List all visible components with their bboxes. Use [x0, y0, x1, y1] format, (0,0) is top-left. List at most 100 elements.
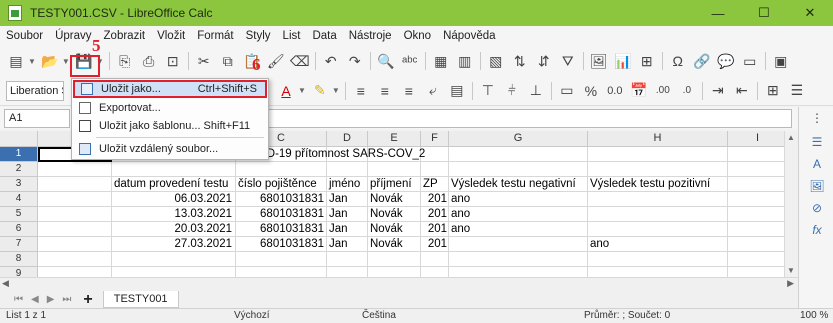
column-header-e[interactable]: E: [368, 131, 421, 147]
properties-icon[interactable]: ☰: [809, 135, 825, 151]
cell-zp[interactable]: 201: [421, 192, 449, 207]
column-header-g[interactable]: G: [449, 131, 588, 147]
export-menu-item[interactable]: Exportovat...: [73, 99, 267, 117]
date-format-icon[interactable]: 📅: [629, 81, 649, 101]
cell-name[interactable]: Jan: [327, 237, 350, 252]
increase-indent-icon[interactable]: ⇥: [708, 81, 728, 101]
gallery-icon[interactable]: 🖼: [809, 179, 825, 195]
font-name-box[interactable]: Liberation Sa: [6, 80, 64, 101]
align-right-icon[interactable]: ≡: [399, 81, 419, 101]
chevron-down-icon[interactable]: ▼: [62, 57, 70, 66]
cell-name[interactable]: Jan: [327, 192, 350, 207]
menu-vlozit[interactable]: Vložit: [151, 30, 191, 42]
freeze-icon[interactable]: ▧: [486, 51, 506, 71]
add-sheet-icon[interactable]: +: [83, 291, 92, 309]
cell-number[interactable]: 6801031831: [236, 237, 326, 252]
find-replace-icon[interactable]: 🔍: [376, 51, 396, 71]
highlight-color-icon[interactable]: ✎: [310, 81, 330, 101]
cell-name[interactable]: Jan: [327, 207, 350, 222]
cell-number[interactable]: 6801031831: [236, 207, 326, 222]
align-center-icon[interactable]: ≡: [375, 81, 395, 101]
cell-negative[interactable]: ano: [449, 207, 472, 222]
save-as-template-menu-item[interactable]: Uložit jako šablonu... Shift+F11: [73, 117, 267, 135]
menu-format[interactable]: Formát: [191, 30, 239, 42]
row-header-3[interactable]: 3: [0, 177, 38, 192]
header-datum[interactable]: datum provedení testu: [112, 177, 230, 192]
column-header-d[interactable]: D: [327, 131, 368, 147]
cell-zp[interactable]: 201: [421, 222, 449, 237]
navigator-icon[interactable]: ⊘: [809, 201, 825, 217]
clear-formatting-icon[interactable]: ⌫: [290, 51, 310, 71]
decrease-indent-icon[interactable]: ⇤: [732, 81, 752, 101]
row-icon[interactable]: ▦: [431, 51, 451, 71]
cell-surname[interactable]: Novák: [368, 237, 405, 252]
scroll-left-icon[interactable]: ◀: [2, 278, 9, 289]
menu-okno[interactable]: Okno: [398, 30, 438, 42]
chevron-down-icon[interactable]: ▼: [332, 86, 340, 95]
styles-icon[interactable]: A: [809, 157, 825, 173]
sort-ascending-icon[interactable]: ⇅: [510, 51, 530, 71]
wrap-text-icon[interactable]: ⤶: [423, 81, 443, 101]
row-header-8[interactable]: 8: [0, 252, 38, 267]
column-icon[interactable]: ▥: [455, 51, 475, 71]
header-zp[interactable]: ZP: [421, 177, 440, 192]
percent-format-icon[interactable]: %: [581, 81, 601, 101]
prev-sheet-icon[interactable]: ◀: [31, 294, 39, 305]
column-header-h[interactable]: H: [588, 131, 728, 147]
header-jmeno[interactable]: jméno: [327, 177, 362, 192]
row-header-6[interactable]: 6: [0, 222, 38, 237]
cell-number[interactable]: 6801031831: [236, 192, 326, 207]
row-header-5[interactable]: 5: [0, 207, 38, 222]
row-header-7[interactable]: 7: [0, 237, 38, 252]
cell-name[interactable]: Jan: [327, 222, 350, 237]
header-footer-icon[interactable]: ▭: [740, 51, 760, 71]
menu-zobrazit[interactable]: Zobrazit: [98, 30, 152, 42]
open-folder-icon[interactable]: 📂: [40, 51, 60, 71]
menu-data[interactable]: Data: [306, 30, 342, 42]
menu-soubor[interactable]: Soubor: [0, 30, 49, 42]
export-pdf-icon[interactable]: ⎘: [115, 51, 135, 71]
menu-list[interactable]: List: [277, 30, 307, 42]
header-negativni[interactable]: Výsledek testu negativní: [449, 177, 578, 192]
align-top-icon[interactable]: ⊤: [478, 81, 498, 101]
image-icon[interactable]: 🖼: [589, 51, 609, 71]
header-cislo[interactable]: číslo pojištěnce: [236, 177, 319, 192]
menu-upravy[interactable]: Úpravy: [49, 30, 97, 42]
close-button[interactable]: ✕: [787, 0, 833, 26]
autofilter-icon[interactable]: ⛛: [558, 51, 578, 71]
scroll-up-icon[interactable]: ▲: [787, 133, 795, 142]
row-header-4[interactable]: 4: [0, 192, 38, 207]
cell-surname[interactable]: Novák: [368, 222, 405, 237]
align-left-icon[interactable]: ≡: [351, 81, 371, 101]
currency-format-icon[interactable]: ▭: [557, 81, 577, 101]
formula-input[interactable]: [268, 109, 792, 128]
align-bottom-icon[interactable]: ⊥: [526, 81, 546, 101]
minimize-button[interactable]: —: [695, 0, 741, 26]
pivot-table-icon[interactable]: ⊞: [637, 51, 657, 71]
save-remote-menu-item[interactable]: Uložit vzdálený soubor...: [73, 140, 267, 158]
row-header-1[interactable]: 1: [0, 147, 38, 162]
sheet-tab-testy001[interactable]: TESTY001: [102, 291, 179, 308]
undo-icon[interactable]: ↶: [321, 51, 341, 71]
row-header-2[interactable]: 2: [0, 162, 38, 177]
special-character-icon[interactable]: Ω: [668, 51, 688, 71]
spelling-icon[interactable]: ᵃᵇᶜ: [400, 51, 420, 71]
menu-nastroje[interactable]: Nástroje: [343, 30, 398, 42]
decimal-format-icon[interactable]: 0.0: [605, 81, 625, 101]
cell-zp[interactable]: 201: [421, 207, 449, 222]
cell-date[interactable]: 27.03.2021: [112, 237, 234, 252]
cut-icon[interactable]: ✂: [194, 51, 214, 71]
cell-negative[interactable]: ano: [449, 222, 472, 237]
remove-decimal-icon[interactable]: .0: [677, 81, 697, 101]
hyperlink-icon[interactable]: 🔗: [692, 51, 712, 71]
functions-icon[interactable]: fx: [809, 223, 825, 239]
cell-number[interactable]: 6801031831: [236, 222, 326, 237]
print-preview-icon[interactable]: ⊡: [163, 51, 183, 71]
borders-icon[interactable]: ⊞: [763, 81, 783, 101]
next-sheet-icon[interactable]: ▶: [47, 294, 55, 305]
cell-positive[interactable]: ano: [588, 237, 611, 252]
chevron-down-icon[interactable]: ▼: [28, 57, 36, 66]
clone-formatting-icon[interactable]: 🖌: [266, 51, 286, 71]
border-style-icon[interactable]: ☰: [787, 81, 807, 101]
chevron-down-icon[interactable]: ▼: [298, 86, 306, 95]
